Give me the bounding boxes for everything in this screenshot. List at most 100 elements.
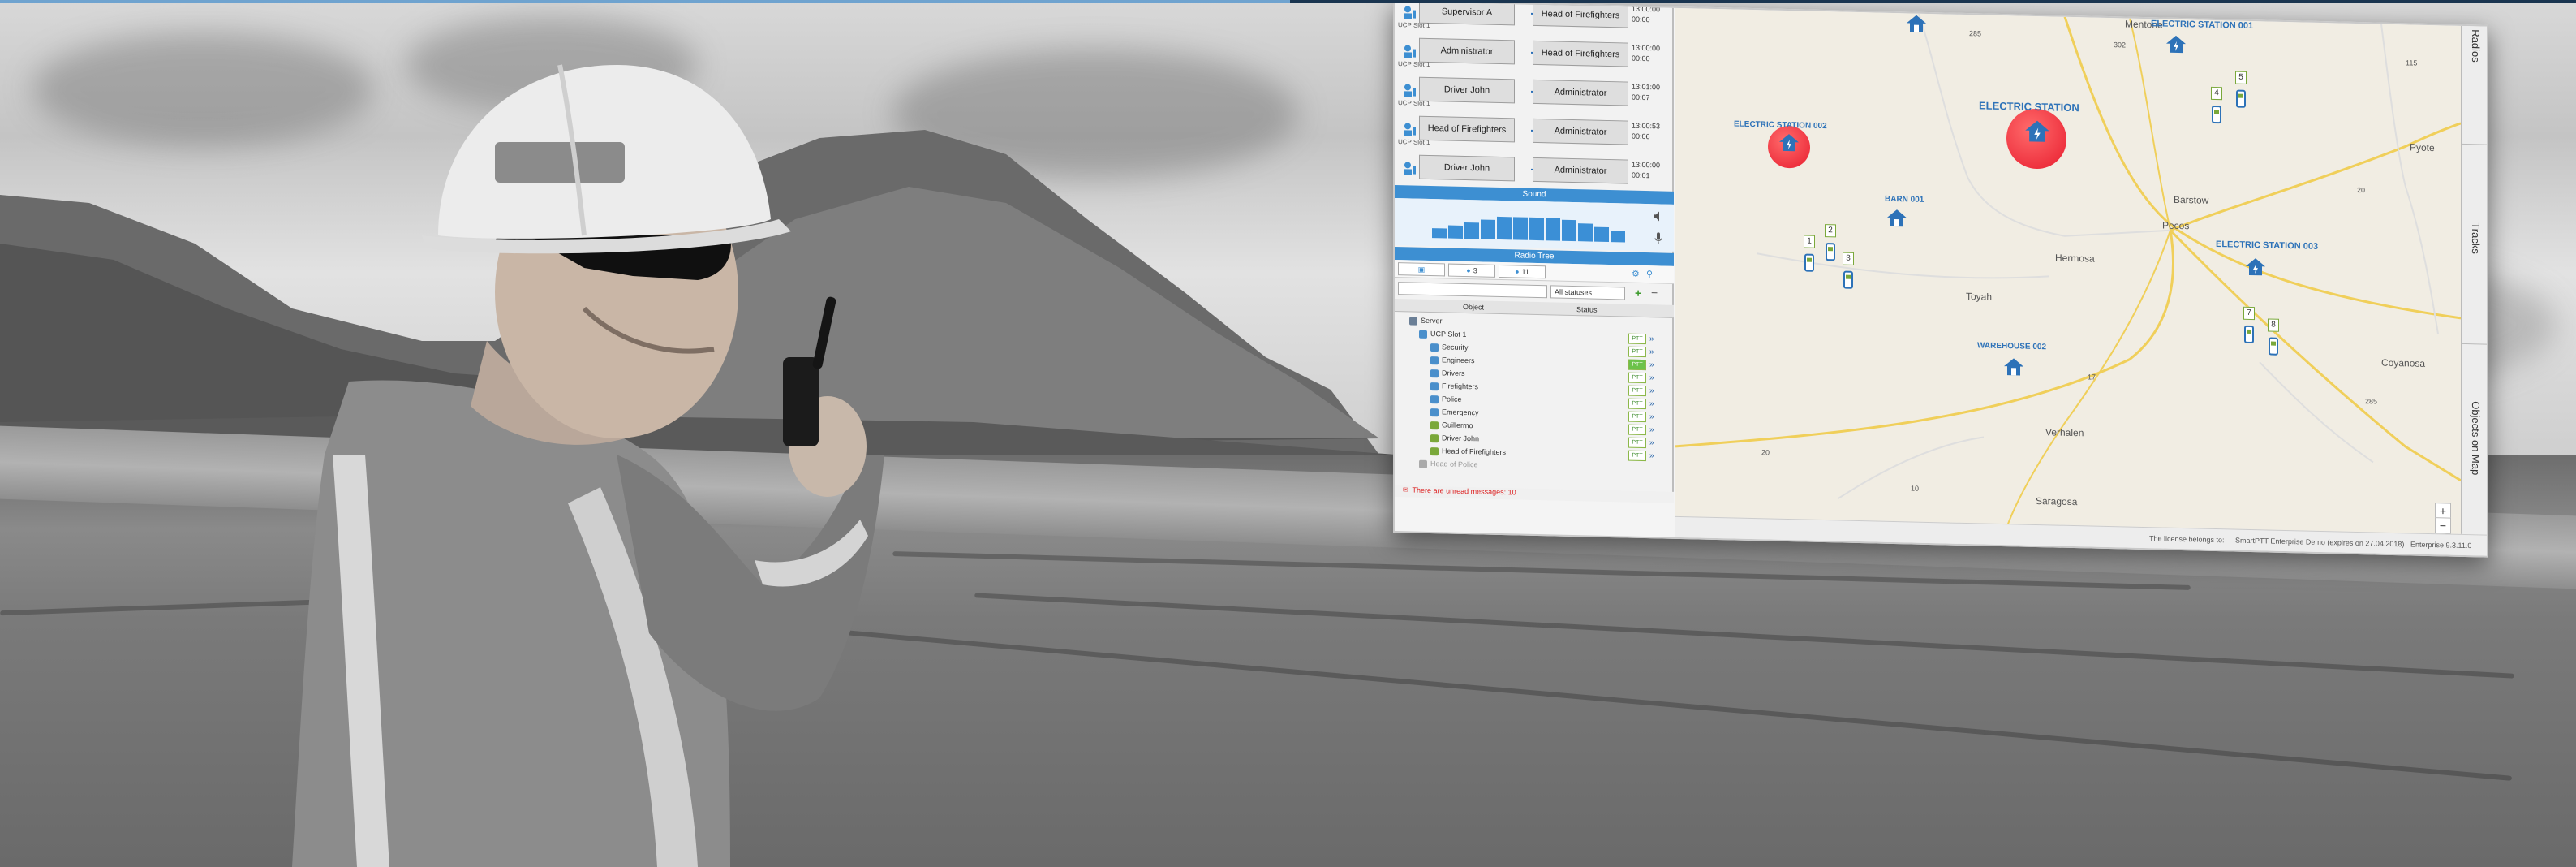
status-select[interactable]: All statuses bbox=[1550, 285, 1625, 300]
warehouse-icon[interactable] bbox=[2003, 356, 2024, 377]
radio-group-icon: ▣ bbox=[1417, 265, 1426, 274]
zoom-out-button[interactable]: − bbox=[2435, 517, 2451, 534]
ptt-button[interactable]: PTT bbox=[1628, 437, 1646, 449]
ptt-button[interactable]: PTT bbox=[1628, 424, 1646, 436]
worker-with-radio bbox=[292, 64, 884, 867]
ptt-button-active[interactable]: PTT bbox=[1628, 359, 1646, 371]
road-shield: 302 bbox=[2114, 41, 2127, 50]
remove-icon[interactable]: − bbox=[1651, 286, 1658, 299]
radio-device-icon[interactable] bbox=[2266, 334, 2281, 356]
call-from-button[interactable]: Head of Firefighters bbox=[1419, 115, 1515, 143]
radio-count-badge[interactable]: 5 bbox=[2235, 71, 2247, 84]
call-row[interactable]: Driver John Administrator 13:00:00 00:01 bbox=[1395, 146, 1674, 192]
ptt-button[interactable]: PTT bbox=[1628, 372, 1646, 384]
chevron-right-icon[interactable]: » bbox=[1649, 451, 1654, 460]
chevron-right-icon[interactable]: » bbox=[1649, 360, 1654, 369]
ptt-button[interactable]: PTT bbox=[1628, 333, 1646, 345]
chevron-right-icon[interactable]: » bbox=[1649, 334, 1654, 343]
call-sub-label: UCP Slot 1 bbox=[1398, 21, 1430, 30]
radio-user-icon bbox=[1404, 45, 1416, 58]
column-status[interactable]: Status bbox=[1576, 303, 1598, 317]
rail-tab-radios[interactable]: Radios bbox=[2462, 25, 2488, 145]
call-sub-label: UCP Slot 1 bbox=[1398, 99, 1430, 108]
radio-icon bbox=[1430, 434, 1439, 443]
server-icon bbox=[1409, 317, 1417, 326]
radio-count-badge[interactable]: 3 bbox=[1843, 252, 1854, 265]
lightning-house-icon[interactable] bbox=[2165, 34, 2187, 54]
settings-icon[interactable]: ⚙ bbox=[1632, 269, 1640, 279]
barn-icon[interactable] bbox=[1886, 208, 1907, 228]
town-label: Barstow bbox=[2174, 193, 2209, 206]
talkgroup-icon bbox=[1430, 408, 1439, 417]
add-icon[interactable]: + bbox=[1635, 287, 1641, 300]
call-sub-label: UCP Slot 1 bbox=[1398, 138, 1430, 147]
chevron-right-icon[interactable]: » bbox=[1649, 373, 1654, 382]
radio-count-badge[interactable]: 7 bbox=[2243, 306, 2255, 321]
road-shield: 17 bbox=[2088, 373, 2096, 382]
chevron-right-icon[interactable]: » bbox=[1649, 412, 1654, 421]
house-icon[interactable] bbox=[1906, 13, 1927, 33]
call-from-button[interactable]: Driver John bbox=[1419, 154, 1515, 182]
radio-count-badge[interactable]: 2 bbox=[1825, 224, 1836, 238]
call-to-button[interactable]: Administrator bbox=[1533, 79, 1628, 106]
talkgroup-icon bbox=[1430, 356, 1439, 365]
chevron-right-icon[interactable]: » bbox=[1649, 425, 1654, 434]
road-shield: 115 bbox=[2406, 58, 2418, 67]
filter-icon[interactable]: ⚲ bbox=[1646, 269, 1653, 279]
ptt-button[interactable]: PTT bbox=[1628, 398, 1646, 410]
speaker-icon[interactable] bbox=[1653, 210, 1664, 222]
unread-messages-notice[interactable]: ✉ There are unread messages: 10 bbox=[1395, 485, 1674, 503]
search-input[interactable] bbox=[1398, 282, 1547, 299]
radio-user-icon bbox=[1404, 84, 1416, 97]
call-from-button[interactable]: Administrator bbox=[1419, 37, 1515, 65]
tab-users[interactable]: ● 3 bbox=[1448, 263, 1495, 278]
map-view[interactable]: Mentone Pyote Barstow Pecos Hermosa Toya… bbox=[1675, 7, 2461, 534]
radio-device-icon[interactable] bbox=[2242, 323, 2256, 344]
tab-talkgroups[interactable]: ● 11 bbox=[1499, 264, 1546, 279]
town-label: Saragosa bbox=[2036, 494, 2078, 508]
chevron-right-icon[interactable]: » bbox=[1649, 386, 1654, 395]
radio-count-badge[interactable]: 4 bbox=[2211, 86, 2222, 101]
call-from-button[interactable]: Supervisor A bbox=[1419, 0, 1515, 26]
radio-count-badge[interactable]: 8 bbox=[2268, 318, 2279, 332]
right-side-rail: Radios Tracks Objects on Map bbox=[2461, 25, 2488, 535]
call-row[interactable]: Head of Firefighters Administrator 13:00… bbox=[1395, 107, 1674, 153]
call-to-button[interactable]: Head of Firefighters bbox=[1533, 1, 1628, 28]
town-label: Hermosa bbox=[2055, 252, 2095, 265]
tab-radios[interactable]: ▣ bbox=[1398, 262, 1445, 277]
talkgroup-icon bbox=[1430, 369, 1439, 378]
talkgroup-icon bbox=[1430, 343, 1439, 352]
call-to-button[interactable]: Head of Firefighters bbox=[1533, 40, 1628, 67]
call-to-button[interactable]: Administrator bbox=[1533, 157, 1628, 184]
chevron-right-icon[interactable]: » bbox=[1649, 399, 1654, 408]
radio-device-icon[interactable] bbox=[2209, 103, 2224, 124]
radio-device-icon[interactable] bbox=[1823, 240, 1838, 261]
town-label: Coyanosa bbox=[2381, 356, 2426, 369]
radio-device-icon[interactable] bbox=[1841, 269, 1856, 290]
town-label: Pecos bbox=[2162, 219, 2190, 232]
rail-tab-tracks[interactable]: Tracks bbox=[2462, 144, 2488, 345]
radio-user-icon bbox=[1404, 6, 1416, 19]
talkgroup-icon bbox=[1430, 395, 1439, 404]
column-object[interactable]: Object bbox=[1463, 300, 1484, 314]
ptt-button[interactable]: PTT bbox=[1628, 346, 1646, 358]
call-row[interactable]: Administrator Head of Firefighters 13:00… bbox=[1395, 29, 1674, 75]
radio-device-icon[interactable] bbox=[2234, 88, 2248, 109]
ptt-button[interactable]: PTT bbox=[1628, 411, 1646, 423]
radio-count-badge[interactable]: 1 bbox=[1804, 235, 1815, 248]
call-to-button[interactable]: Administrator bbox=[1533, 118, 1628, 145]
radio-device-icon[interactable] bbox=[1802, 251, 1817, 272]
call-from-button[interactable]: Driver John bbox=[1419, 76, 1515, 104]
call-row[interactable]: Driver John Administrator 13:01:00 00:07 … bbox=[1395, 68, 1674, 114]
call-sub-label: UCP Slot 1 bbox=[1398, 60, 1430, 69]
lightning-house-icon[interactable] bbox=[1778, 132, 1800, 153]
chevron-right-icon[interactable]: » bbox=[1649, 347, 1654, 356]
lightning-house-icon[interactable] bbox=[2245, 257, 2266, 277]
lightning-house-icon[interactable] bbox=[2024, 119, 2050, 144]
rail-tab-objects-on-map[interactable]: Objects on Map bbox=[2462, 344, 2488, 535]
microphone-icon[interactable] bbox=[1654, 231, 1662, 244]
chevron-right-icon[interactable]: » bbox=[1649, 438, 1654, 447]
ptt-button[interactable]: PTT bbox=[1628, 385, 1646, 397]
poi-label: BARN 001 bbox=[1885, 194, 1924, 205]
ptt-button[interactable]: PTT bbox=[1628, 450, 1646, 462]
